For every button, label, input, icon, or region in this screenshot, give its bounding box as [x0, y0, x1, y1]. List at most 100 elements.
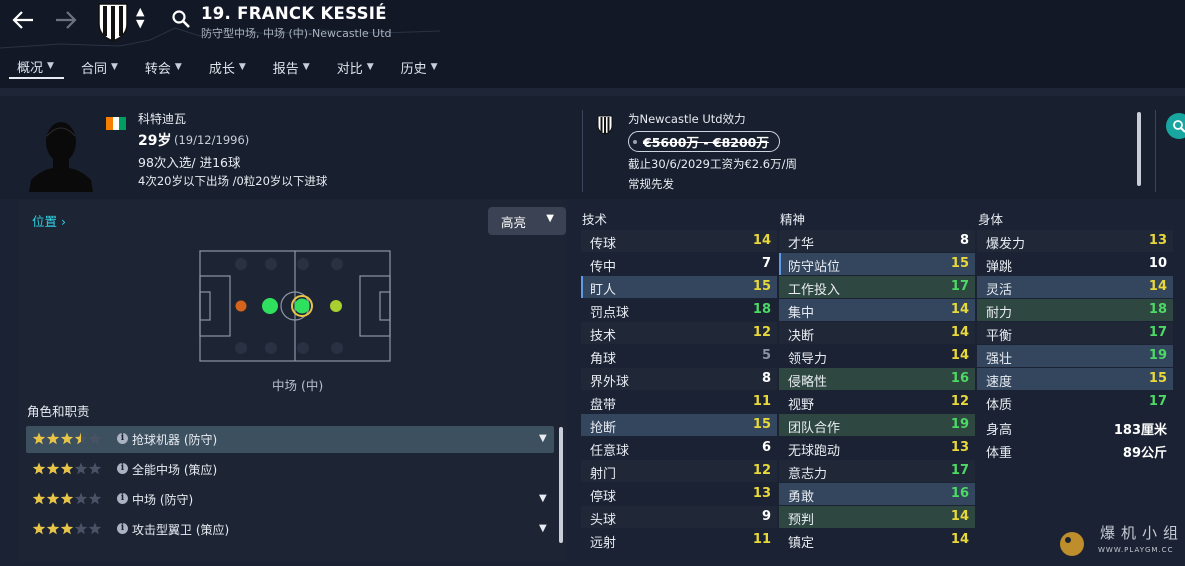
chevron-down-icon: ▼ — [366, 62, 374, 72]
attribute-row[interactable]: 弹跳 10 — [977, 253, 1173, 275]
role-row[interactable]: i 中场 (防守) ▼ — [26, 486, 554, 513]
attribute-value: 13 — [950, 440, 969, 455]
attribute-value: 15 — [752, 417, 771, 432]
watermark-subtext: WWW.PLAYGM.CC — [1098, 546, 1174, 554]
attribute-name: 勇敢 — [788, 490, 815, 505]
club-name[interactable]: 为Newcastle Utd效力 — [628, 111, 746, 127]
attribute-row[interactable]: 意志力 17 — [779, 460, 975, 482]
attribute-name: 界外球 — [590, 375, 630, 390]
attribute-row[interactable]: 勇敢 16 — [779, 483, 975, 505]
role-row[interactable]: i 攻击型翼卫 (策应) ▼ — [26, 516, 554, 543]
star-filled-icon — [60, 432, 74, 445]
info-icon[interactable]: i — [117, 523, 128, 534]
attribute-value: 19 — [1148, 348, 1167, 363]
position-dot-am — [330, 300, 342, 312]
info-icon[interactable]: i — [117, 433, 128, 444]
attribute-name: 防守站位 — [788, 260, 841, 275]
header-bar: ▲ ▼ 19. FRANCK KESSIÉ 防守型中场, 中场 (中)-Newca… — [0, 0, 1185, 88]
chevron-down-icon[interactable]: ▼ — [539, 433, 547, 444]
nationality[interactable]: 科特迪瓦 — [138, 110, 186, 127]
role-stars — [32, 432, 102, 445]
attribute-row[interactable]: 决断 14 — [779, 322, 975, 344]
tab-transfer[interactable]: 转会 ▼ — [137, 55, 192, 79]
attribute-row[interactable]: 界外球 8 — [581, 368, 777, 390]
weight-label: 体重 — [986, 446, 1013, 461]
tab-contract[interactable]: 合同 ▼ — [73, 55, 128, 79]
attribute-row[interactable]: 远射 11 — [581, 529, 777, 551]
attribute-name: 头球 — [590, 513, 617, 528]
physical-title: 身体 — [978, 212, 1004, 227]
attribute-row[interactable]: 技术 12 — [581, 322, 777, 344]
attribute-row[interactable]: 预判 14 — [779, 506, 975, 528]
attribute-value: 15 — [950, 256, 969, 271]
attribute-row[interactable]: 镇定 14 — [779, 529, 975, 551]
positions-link[interactable]: 位置 › — [32, 211, 66, 230]
star-filled-icon — [46, 432, 60, 445]
attribute-row[interactable]: 侵略性 16 — [779, 368, 975, 390]
switch-player-arrows-icon[interactable]: ▲ ▼ — [136, 6, 144, 30]
attribute-row[interactable]: 罚点球 18 — [581, 299, 777, 321]
tab-overview[interactable]: 概况 ▼ — [9, 55, 64, 79]
scrollbar[interactable] — [559, 427, 563, 543]
info-icon[interactable]: i — [117, 463, 128, 474]
divider — [582, 110, 583, 192]
chevron-down-icon[interactable]: ▼ — [539, 523, 547, 534]
attribute-row[interactable]: 团队合作 19 — [779, 414, 975, 436]
attribute-row[interactable]: 无球跑动 13 — [779, 437, 975, 459]
transfer-value[interactable]: €5600万 - €8200万 — [628, 131, 780, 152]
attribute-row[interactable]: 耐力 18 — [977, 299, 1173, 321]
scrollbar[interactable] — [1137, 112, 1141, 186]
attribute-name: 团队合作 — [788, 421, 841, 436]
star-empty-icon — [88, 462, 102, 475]
attribute-row[interactable]: 强壮 19 — [977, 345, 1173, 367]
role-row[interactable]: i 抢球机器 (防守) ▼ — [26, 426, 554, 453]
attribute-row[interactable]: 体质 17 — [977, 391, 1173, 413]
chevron-down-icon[interactable]: ▼ — [539, 493, 547, 504]
attribute-value: 12 — [752, 463, 771, 478]
back-arrow-icon[interactable] — [9, 6, 37, 34]
tab-development[interactable]: 成长 ▼ — [201, 55, 256, 79]
attribute-row[interactable]: 盘带 11 — [581, 391, 777, 413]
search-icon[interactable] — [171, 9, 191, 29]
attribute-row[interactable]: 视野 12 — [779, 391, 975, 413]
scout-search-button[interactable] — [1166, 113, 1185, 139]
attribute-row[interactable]: 任意球 6 — [581, 437, 777, 459]
attribute-row[interactable]: 速度 15 — [977, 368, 1173, 390]
club-crest-small-icon — [597, 115, 613, 135]
attribute-row[interactable]: 角球 5 — [581, 345, 777, 367]
role-stars — [32, 522, 102, 535]
attribute-row[interactable]: 灵活 14 — [977, 276, 1173, 298]
attribute-row[interactable]: 领导力 14 — [779, 345, 975, 367]
attribute-value: 14 — [752, 233, 771, 248]
tab-compare[interactable]: 对比 ▼ — [329, 55, 384, 79]
attribute-row[interactable]: 才华 8 — [779, 230, 975, 252]
attribute-row[interactable]: 工作投入 17 — [779, 276, 975, 298]
role-row[interactable]: i 全能中场 (策应) — [26, 456, 554, 483]
attribute-row[interactable]: 集中 14 — [779, 299, 975, 321]
forward-arrow-icon[interactable] — [52, 6, 80, 34]
club-crest-icon[interactable] — [97, 2, 129, 42]
tab-reports[interactable]: 报告 ▼ — [265, 55, 320, 79]
attribute-name: 传球 — [590, 237, 617, 252]
roles-title: 角色和职责 — [27, 404, 90, 419]
attribute-row[interactable]: 头球 9 — [581, 506, 777, 528]
attribute-row[interactable]: 爆发力 13 — [977, 230, 1173, 252]
height-value: 183厘米 — [1113, 423, 1167, 438]
attribute-row[interactable]: 平衡 17 — [977, 322, 1173, 344]
attribute-row[interactable]: 传中 7 — [581, 253, 777, 275]
attribute-name: 视野 — [788, 398, 815, 413]
attribute-row[interactable]: 射门 12 — [581, 460, 777, 482]
pitch-diagram — [199, 250, 391, 362]
info-icon[interactable]: i — [117, 493, 128, 504]
attribute-name: 侵略性 — [788, 375, 828, 390]
attribute-row[interactable]: 抢断 15 — [581, 414, 777, 436]
attribute-row[interactable]: 盯人 15 — [581, 276, 777, 298]
attribute-row[interactable]: 防守站位 15 — [779, 253, 975, 275]
tab-history[interactable]: 历史 ▼ — [393, 55, 448, 79]
attribute-row[interactable]: 停球 13 — [581, 483, 777, 505]
star-empty-icon — [88, 522, 102, 535]
highlight-dropdown[interactable]: 高亮 ▼ — [488, 207, 566, 235]
position-label: 中场 (中) — [272, 378, 324, 393]
attribute-row[interactable]: 传球 14 — [581, 230, 777, 252]
attribute-value: 19 — [950, 417, 969, 432]
